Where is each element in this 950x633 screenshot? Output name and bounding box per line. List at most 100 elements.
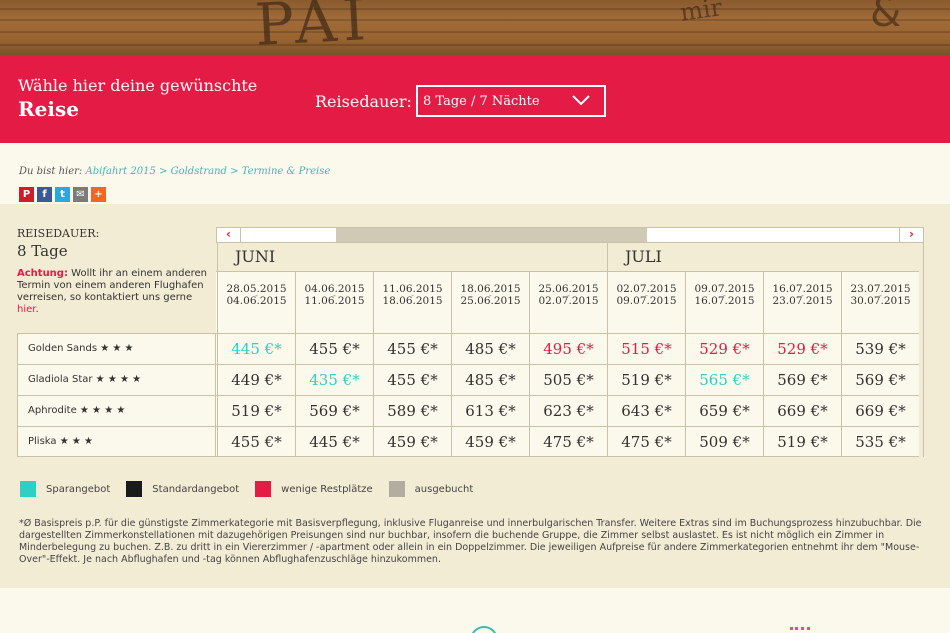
price-cell[interactable]: 613 €* [451, 395, 529, 426]
date-to: 04.06.2015 [226, 294, 287, 307]
price-cell[interactable]: 455 €* [295, 333, 373, 364]
share-buttons: P f t ✉ + [19, 187, 106, 202]
date-column: 04.06.2015-11.06.2015 455 €* 435 €* 569 €* 4… [295, 243, 373, 457]
scroll-left-arrow-icon[interactable]: ‹ [217, 228, 241, 242]
scrollbar-thumb[interactable] [336, 228, 647, 242]
hotel-golden-sands: Golden Sands ★ ★ ★ [17, 333, 216, 364]
price-cell[interactable]: 519 €* [607, 364, 685, 395]
price-cell[interactable]: 569 €* [295, 395, 373, 426]
month-cell [529, 243, 607, 272]
scroll-right-arrow-icon[interactable]: › [899, 228, 923, 242]
price-cell[interactable]: 435 €* [295, 364, 373, 395]
breadcrumb-link-termine[interactable]: Termine & Preise [242, 166, 331, 177]
hotel-aphrodite: Aphrodite ★ ★ ★ ★ [17, 395, 216, 426]
legend-item-restplaetze: wenige Restplätze [255, 481, 373, 497]
legend-swatch [126, 481, 143, 497]
breadcrumb-prefix: Du bist hier: [19, 166, 83, 177]
twitter-icon[interactable]: t [55, 187, 70, 202]
month-cell [295, 243, 373, 272]
price-cell[interactable]: 509 €* [685, 426, 763, 457]
date-to: 02.07.2015 [538, 294, 599, 307]
month-cell [451, 243, 529, 272]
date-column: 25.06.2015-02.07.2015 495 €* 505 €* 623 €* 4… [529, 243, 607, 457]
price-cell[interactable]: 455 €* [217, 426, 295, 457]
date-scrollbar[interactable]: ‹ › [216, 227, 924, 243]
decorative-icon [790, 627, 810, 633]
breadcrumb: Du bist hier: Abifahrt 2015 > Goldstrand… [19, 166, 330, 177]
month-cell [685, 243, 763, 272]
price-cell[interactable]: 669 €* [763, 395, 841, 426]
breadcrumb-link-goldstrand[interactable]: Goldstrand [171, 166, 227, 177]
month-label: JUNI [235, 247, 276, 266]
date-column: 18.06.2015-25.06.2015 485 €* 485 €* 613 €* 4… [451, 243, 529, 457]
price-cell[interactable]: 529 €* [763, 333, 841, 364]
price-cell[interactable]: 529 €* [685, 333, 763, 364]
legend-swatch [388, 481, 405, 497]
date-to: 25.06.2015 [460, 294, 521, 307]
duration-label: Reisedauer: [315, 92, 412, 111]
email-icon[interactable]: ✉ [73, 187, 88, 202]
price-cell[interactable]: 569 €* [763, 364, 841, 395]
duration-select-value: 8 Tage / 7 Nächte [423, 94, 540, 109]
price-grid: 21.05.2015-28.05.2015****28.05.2015-04.0… [216, 243, 924, 457]
date-range: 18.06.2015-25.06.2015 [451, 272, 529, 333]
date-column: 28.05.2015-04.06.2015 445 €* 449 €* 519 €* 4… [217, 243, 295, 457]
breadcrumb-separator: > [159, 166, 168, 177]
date-column: 23.07.2015-30.07.2015 539 €* 569 €* 669 €* 5… [841, 243, 919, 457]
date-column: 02.07.2015-09.07.2015 515 €* 519 €* 643 €* 4… [607, 243, 685, 457]
price-cell[interactable]: 515 €* [607, 333, 685, 364]
price-cell[interactable]: 475 €* [529, 426, 607, 457]
date-to: 11.06.2015 [304, 294, 365, 307]
hotel-pliska: Pliska ★ ★ ★ [17, 426, 216, 457]
price-cell[interactable]: 669 €* [841, 395, 919, 426]
price-cell[interactable]: 643 €* [607, 395, 685, 426]
price-cell[interactable]: 485 €* [451, 364, 529, 395]
date-column: 11.06.2015-18.06.2015 455 €* 455 €* 589 €* 4… [373, 243, 451, 457]
date-to: 18.06.2015 [382, 294, 443, 307]
band-title-line2: Reise [18, 97, 79, 121]
price-cell[interactable]: 519 €* [217, 395, 295, 426]
price-cell[interactable]: 659 €* [685, 395, 763, 426]
price-cell[interactable]: 535 €* [841, 426, 919, 457]
price-cell[interactable]: 445 €* [217, 333, 295, 364]
price-cell[interactable]: 623 €* [529, 395, 607, 426]
contact-link[interactable]: hier [17, 304, 35, 315]
price-cell[interactable]: 539 €* [841, 333, 919, 364]
price-cell[interactable]: 495 €* [529, 333, 607, 364]
price-cell[interactable]: 569 €* [841, 364, 919, 395]
date-column: 09.07.2015-16.07.2015 529 €* 565 €* 659 €* 5… [685, 243, 763, 457]
month-cell [841, 243, 919, 272]
trip-selection-band: Wähle hier deine gewünschte Reise Reised… [0, 55, 950, 143]
hotel-list: Golden Sands ★ ★ ★ Gladiola Star ★ ★ ★ ★… [17, 333, 216, 457]
breadcrumb-separator: > [230, 166, 239, 177]
plus-icon[interactable]: + [91, 187, 106, 202]
date-to: 16.07.2015 [694, 294, 755, 307]
date-to: 09.07.2015 [616, 294, 677, 307]
price-cell[interactable]: 519 €* [763, 426, 841, 457]
date-range: 25.06.2015-02.07.2015 [529, 272, 607, 333]
facebook-icon[interactable]: f [37, 187, 52, 202]
price-cell[interactable]: 589 €* [373, 395, 451, 426]
legend-swatch [20, 481, 36, 497]
price-cell[interactable]: 485 €* [451, 333, 529, 364]
hotel-gladiola-star: Gladiola Star ★ ★ ★ ★ [17, 364, 216, 395]
warning-label: Achtung: [17, 268, 68, 279]
header-image: PAI mir & [0, 0, 950, 55]
pinterest-icon[interactable]: P [19, 187, 34, 202]
price-cell[interactable]: 445 €* [295, 426, 373, 457]
date-to: 23.07.2015 [772, 294, 833, 307]
price-cell[interactable]: 455 €* [373, 364, 451, 395]
duration-select[interactable]: 8 Tage / 7 Nächte [416, 85, 606, 117]
breadcrumb-link-abifahrt[interactable]: Abifahrt 2015 [85, 166, 155, 177]
date-range: 11.06.2015-18.06.2015 [373, 272, 451, 333]
price-cell[interactable]: 455 €* [373, 333, 451, 364]
price-cell[interactable]: 449 €* [217, 364, 295, 395]
legend-item-spar: Sparangebot [20, 481, 110, 497]
price-cell[interactable]: 505 €* [529, 364, 607, 395]
month-cell [763, 243, 841, 272]
month-label: JULI [625, 247, 662, 266]
price-cell[interactable]: 459 €* [373, 426, 451, 457]
price-cell[interactable]: 475 €* [607, 426, 685, 457]
price-cell[interactable]: 459 €* [451, 426, 529, 457]
price-cell[interactable]: 565 €* [685, 364, 763, 395]
